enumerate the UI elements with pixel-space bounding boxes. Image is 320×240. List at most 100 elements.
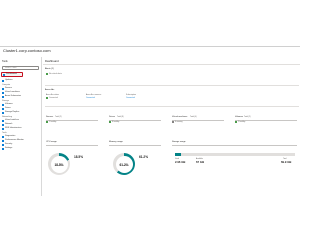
- servers-tile-status: 2 healthy: [49, 121, 57, 123]
- arc-subscription-link[interactable]: Connected: [126, 97, 135, 99]
- arc-resource-label: Azure Arc resource: [86, 94, 102, 96]
- cpu-side-value: 18.5%: [74, 155, 84, 159]
- sidebar-item-label: Virtual switches: [5, 119, 19, 121]
- gear-icon: [2, 147, 4, 150]
- memory-side-value: 61.2%: [139, 155, 149, 159]
- divider: [109, 144, 161, 146]
- storage-usage-bar: [175, 153, 295, 156]
- replica-icon: [2, 111, 4, 114]
- servers-tile-total: Total (2): [55, 116, 62, 118]
- donut-center: 18.5% of 2 servers: [50, 155, 68, 173]
- sidebar-item-label: Azure Kubernetes: [5, 95, 22, 97]
- cpu-usage-sub: of 2 servers: [54, 166, 64, 167]
- divider: [45, 106, 299, 107]
- drives-tile-label[interactable]: Drives: [109, 116, 115, 118]
- ok-status-icon: [46, 73, 48, 75]
- memory-usage-donut: 61.2% of 2 servers: [113, 153, 135, 175]
- memory-usage-sub: of 2 servers: [119, 166, 129, 167]
- cpu-card-title: CPU usage: [46, 141, 57, 143]
- switch-icon: [2, 119, 4, 122]
- sidebar-item-servers[interactable]: Servers: [1, 87, 39, 90]
- arc-resource-link[interactable]: Connected: [86, 97, 95, 99]
- drives-tile-total: Total (8): [117, 116, 124, 118]
- divider: [172, 144, 297, 146]
- sidebar: Tools Search Tools Dashboard Updates Com…: [0, 57, 42, 196]
- sidebar-item-kubernetes[interactable]: Azure Kubernetes: [1, 95, 39, 98]
- sidebar-item-volumes[interactable]: Volumes: [1, 103, 39, 106]
- drive-icon: [2, 107, 4, 110]
- divider: [46, 144, 98, 146]
- vms-tile-label[interactable]: Virtual machines: [172, 116, 187, 118]
- servers-tile-label[interactable]: Servers: [46, 116, 53, 118]
- storage-card-title: Storage usage: [172, 141, 186, 143]
- sidebar-item-label: Updates: [5, 79, 13, 81]
- storage-total-value: 69.9 GB: [281, 160, 292, 164]
- update-icon: [2, 79, 4, 82]
- sidebar-item-security[interactable]: Security: [1, 143, 39, 146]
- cpu-usage-donut: 18.5% of 2 servers: [48, 153, 70, 175]
- sidebar-item-label: Network: [5, 123, 13, 125]
- volumes-tile-total: Total (2): [244, 116, 251, 118]
- network-icon: [2, 123, 4, 126]
- drives-tile-status: 8 healthy: [112, 121, 120, 123]
- sidebar-item-storage-replica[interactable]: Storage Replica: [1, 111, 39, 114]
- memory-card-title: Memory usage: [109, 141, 123, 143]
- sidebar-item-vms[interactable]: Virtual machines: [1, 91, 39, 94]
- volumes-tile-label[interactable]: Volumes: [235, 116, 243, 118]
- sidebar-item-label: SDN Infrastructure: [5, 127, 22, 129]
- connected-icon: [46, 97, 48, 99]
- sidebar-item-label: Virtual machines: [5, 91, 20, 93]
- main-content: Dashboard Alerts (1) No critical alerts …: [43, 57, 300, 196]
- sidebar-item-settings[interactable]: Settings: [1, 147, 39, 150]
- vms-tile-status: 0 running: [175, 121, 183, 123]
- vms-tile-total: Total (0): [190, 116, 197, 118]
- sidebar-item-label: Diagnostics: [5, 135, 16, 137]
- perf-icon: [2, 139, 4, 142]
- sidebar-item-label: Volumes: [5, 103, 13, 105]
- donut-center: 61.2% of 2 servers: [115, 155, 133, 173]
- alerts-item[interactable]: No critical alerts: [49, 73, 62, 75]
- sidebar-item-dashboard[interactable]: Dashboard: [1, 72, 23, 77]
- sidebar-item-virtual-switches[interactable]: Virtual switches: [1, 119, 39, 122]
- vm-icon: [2, 91, 4, 94]
- divider: [45, 85, 299, 86]
- storage-used-value: 2.96 GB: [175, 160, 186, 164]
- sidebar-item-updates[interactable]: Updates: [1, 79, 39, 82]
- storage-used-label: Used: [175, 158, 179, 160]
- kubernetes-icon: [2, 95, 4, 98]
- volumes-tile-status: 2 healthy: [238, 121, 246, 123]
- sidebar-item-label: Performance Monitor: [5, 139, 24, 141]
- sidebar-heading: Tools: [2, 60, 8, 63]
- arc-status-label: Azure Arc status: [46, 94, 60, 96]
- healthy-icon: [235, 121, 237, 123]
- volume-icon: [2, 103, 4, 106]
- window-title: Cluster1.corp.contoso.com: [3, 48, 51, 53]
- sidebar-item-network[interactable]: Network: [1, 123, 39, 126]
- sidebar-search-input[interactable]: Search Tools: [2, 66, 39, 70]
- healthy-icon: [46, 121, 48, 123]
- sidebar-item-label: Servers: [5, 87, 12, 89]
- shield-icon: [2, 143, 4, 146]
- sidebar-item-label: Drives: [5, 107, 11, 109]
- azure-arc-label: Azure Arc: [45, 89, 55, 91]
- server-icon: [2, 87, 4, 90]
- storage-usage-fill: [175, 153, 181, 156]
- healthy-icon: [109, 121, 111, 123]
- sidebar-item-diagnostics[interactable]: Diagnostics: [1, 135, 39, 138]
- sidebar-group-networking: Networking: [2, 116, 13, 118]
- sidebar-group-storage: Storage: [2, 100, 10, 102]
- sidebar-group-compute: Compute: [2, 84, 11, 86]
- vm-status-icon: [172, 121, 174, 123]
- sidebar-item-drives[interactable]: Drives: [1, 107, 39, 110]
- storage-available-value: 67 GB: [196, 160, 205, 164]
- storage-available-label: Available: [196, 158, 203, 160]
- arc-status-value: Connected: [49, 97, 58, 99]
- sidebar-item-performance[interactable]: Performance Monitor: [1, 139, 39, 142]
- dashboard-icon: [3, 74, 5, 76]
- sdn-icon: [2, 127, 4, 130]
- sidebar-item-sdn[interactable]: SDN Infrastructure: [1, 127, 39, 130]
- page-title: Dashboard: [45, 59, 59, 63]
- sidebar-item-label: Security: [5, 143, 13, 145]
- sidebar-item-label: Storage Replica: [5, 111, 20, 113]
- storage-total-label: Total: [283, 158, 287, 160]
